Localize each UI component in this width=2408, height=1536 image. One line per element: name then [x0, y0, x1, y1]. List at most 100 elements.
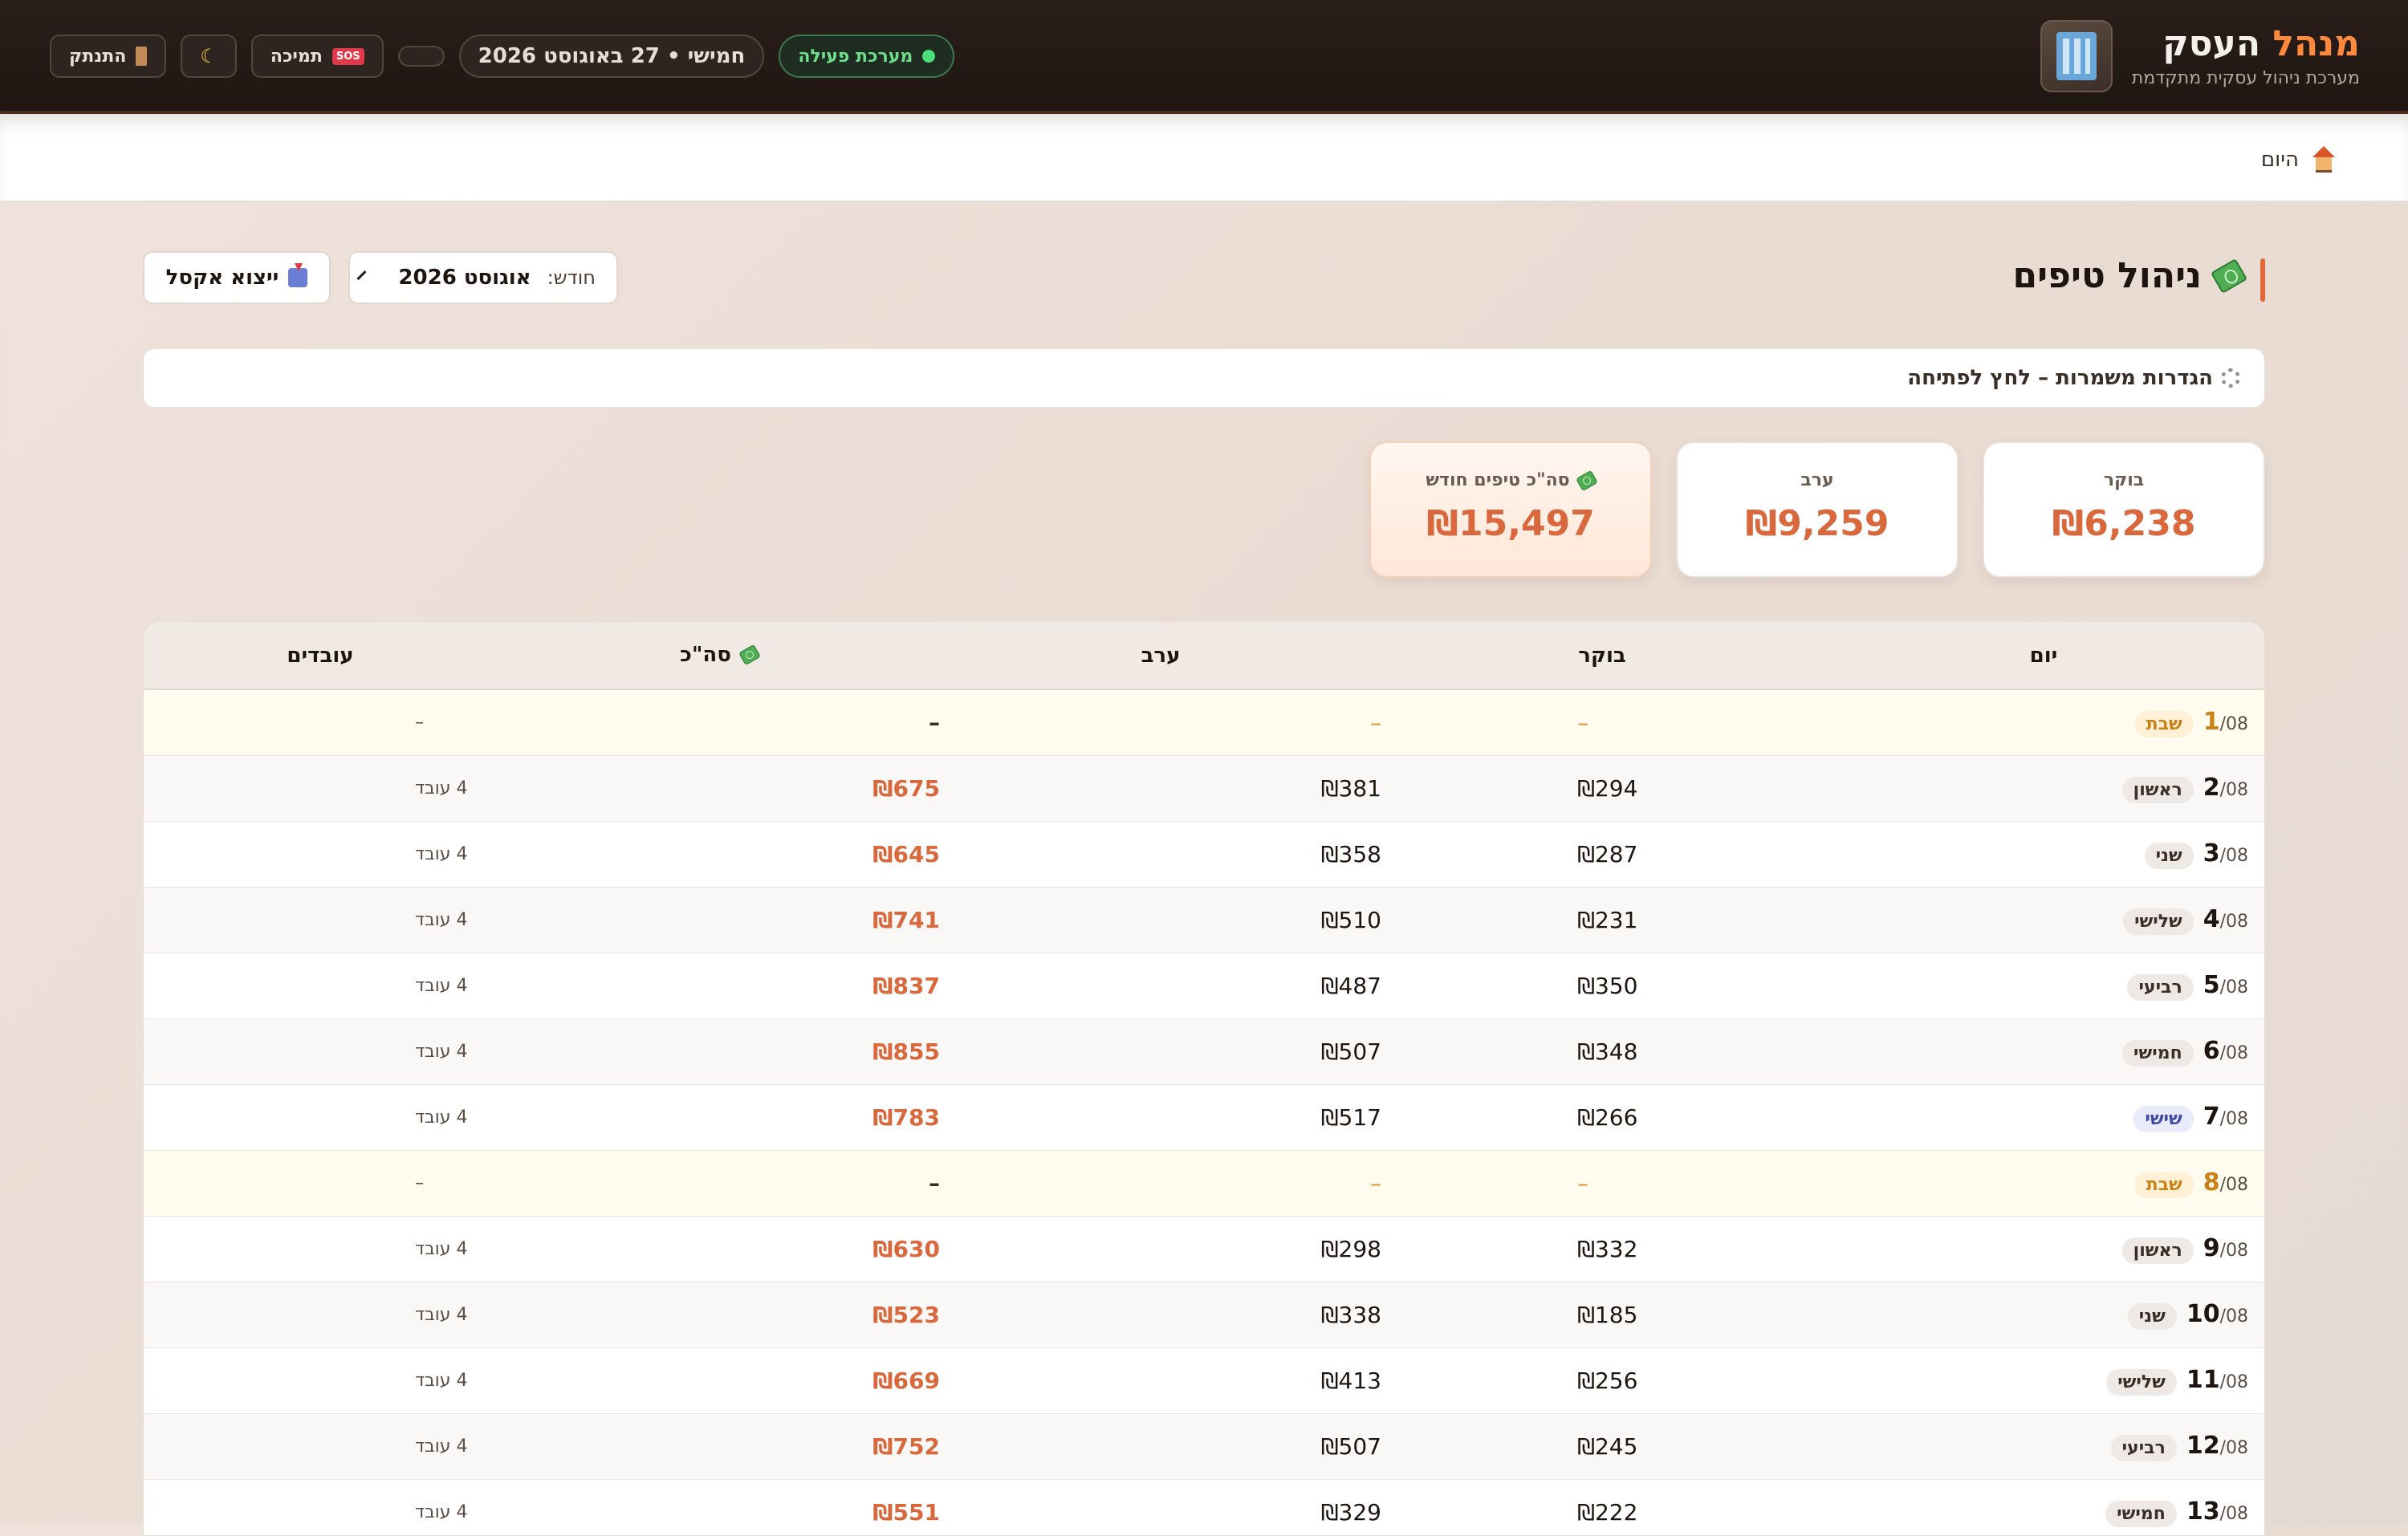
day-month: /08: [2219, 1371, 2248, 1392]
logout-button[interactable]: התנתק: [50, 35, 167, 78]
table-body: 1/08שבת – – – –2/08ראשון ₪294 ₪381 ₪675 4 עובד 3/…: [144, 689, 2264, 1535]
day-number: 5: [2203, 970, 2220, 999]
cell-morning: ₪256: [1577, 1367, 1638, 1394]
cell-morning: ₪231: [1577, 906, 1638, 933]
breadcrumb[interactable]: היום: [2261, 146, 2337, 173]
day-name-badge: ראשון: [2121, 1237, 2194, 1264]
cell-workers: 4 עובד: [415, 1238, 468, 1259]
door-icon: [136, 47, 148, 66]
table-row[interactable]: 8/08 שבת – – – –: [144, 1150, 2264, 1216]
brand: מנהל העסק מערכת ניהול עסקית מתקדמת: [2040, 19, 2360, 93]
cell-workers: 4 עובד: [415, 1041, 468, 1062]
day-number: 11: [2186, 1365, 2220, 1394]
month-select-label: חודש:: [547, 266, 596, 289]
cell-morning: ₪222: [1577, 1498, 1638, 1526]
table-row[interactable]: 11/08 שלישי ₪256 ₪413 ₪669 4 עובד: [144, 1347, 2264, 1413]
cell-morning: ₪294: [1577, 774, 1638, 802]
cell-workers: 4 עובד: [415, 909, 468, 930]
cell-total: ₪855: [872, 1038, 940, 1065]
page-title: ניהול טיפים: [2012, 255, 2248, 296]
cell-workers: 4 עובד: [415, 778, 468, 798]
day-month: /08: [2219, 713, 2248, 734]
table-row[interactable]: 1/08 שבת – – – –: [144, 689, 2264, 755]
cell-morning: ₪266: [1577, 1103, 1638, 1131]
date-label: חמישי • 27 באוגוסט 2026: [478, 44, 746, 68]
notification-toggle[interactable]: [397, 46, 445, 67]
brand-title-part-2: העסק: [2162, 23, 2261, 64]
system-status-badge: מערכת פעילה: [779, 35, 955, 78]
shift-settings-toggle[interactable]: הגדרות משמרות – לחץ לפתיחה: [143, 348, 2265, 408]
cell-morning: ₪287: [1577, 840, 1638, 868]
gear-icon: [2221, 368, 2240, 388]
current-date: חמישי • 27 באוגוסט 2026: [458, 35, 765, 78]
cell-evening: ₪298: [1320, 1235, 1381, 1262]
table-row[interactable]: 10/08 שני ₪185 ₪338 ₪523 4 עובד: [144, 1282, 2264, 1347]
cell-day: 7/08 שישי: [1823, 1084, 2264, 1150]
export-excel-button[interactable]: ייצוא אקסל: [143, 251, 331, 304]
chevron-down-icon: [356, 270, 367, 281]
day-month: /08: [2219, 1503, 2248, 1524]
moon-icon: ☾: [200, 45, 218, 67]
header-actions: מערכת פעילה חמישי • 27 באוגוסט 2026 SOS …: [50, 34, 955, 79]
table-row[interactable]: 3/08 שני ₪287 ₪358 ₪645 4 עובד: [144, 821, 2264, 887]
building-icon: [2040, 20, 2113, 92]
inbox-tray-icon: [288, 263, 308, 287]
cell-total: –: [929, 709, 940, 736]
day-number: 4: [2203, 904, 2220, 933]
table-row[interactable]: 12/08 רביעי ₪245 ₪507 ₪752 4 עובד: [144, 1413, 2264, 1479]
table-row[interactable]: 9/08 ראשון ₪332 ₪298 ₪630 4 עובד: [144, 1216, 2264, 1282]
cell-total: ₪523: [872, 1301, 940, 1328]
cell-evening: ₪510: [1320, 906, 1381, 933]
status-label: מערכת פעילה: [798, 46, 913, 67]
cell-workers: –: [415, 712, 424, 733]
cell-workers: 4 עובד: [415, 975, 468, 996]
cell-total: ₪752: [872, 1432, 940, 1460]
cell-day: 11/08 שלישי: [1823, 1347, 2264, 1413]
cell-workers: 4 עובד: [415, 1107, 468, 1128]
table-row[interactable]: 7/08 שישי ₪266 ₪517 ₪783 4 עובד: [144, 1084, 2264, 1150]
cell-evening: ₪507: [1320, 1432, 1381, 1460]
day-name-badge: ראשון: [2121, 776, 2194, 803]
table-row[interactable]: 5/08 רביעי ₪350 ₪487 ₪837 4 עובד: [144, 953, 2264, 1018]
cell-day: 12/08 רביעי: [1823, 1413, 2264, 1479]
col-header-total: סה"כ: [498, 622, 940, 690]
cell-morning: ₪332: [1577, 1235, 1638, 1262]
cell-morning: ₪350: [1577, 972, 1638, 999]
support-button[interactable]: SOS תמיכה: [250, 35, 384, 78]
monthly-total-value: ₪15,497: [1426, 503, 1595, 544]
export-label: ייצוא אקסל: [165, 266, 279, 290]
day-month: /08: [2219, 779, 2248, 800]
cell-workers: –: [415, 1172, 424, 1193]
theme-toggle-button[interactable]: ☾: [181, 35, 237, 78]
cell-evening: –: [1370, 709, 1381, 736]
page-title-text: ניהול טיפים: [2012, 255, 2202, 296]
morning-stat-label: בוקר: [2103, 470, 2145, 490]
cell-evening: ₪487: [1320, 972, 1381, 999]
cell-total: ₪669: [872, 1367, 940, 1394]
logout-label: התנתק: [69, 46, 127, 67]
day-number: 9: [2203, 1233, 2220, 1262]
day-name-badge: שני: [2127, 1302, 2177, 1330]
day-month: /08: [2219, 1240, 2248, 1261]
day-number: 2: [2203, 773, 2220, 802]
cell-day: 1/08 שבת: [1823, 689, 2264, 755]
morning-stat-value: ₪6,238: [2052, 503, 2196, 544]
monthly-total-label: סה"כ טיפים חודש: [1426, 470, 1570, 490]
day-month: /08: [2219, 1306, 2248, 1327]
breadcrumb-bar: היום: [0, 114, 2408, 202]
table-row[interactable]: 13/08 חמישי ₪222 ₪329 ₪551 4 עובד: [144, 1479, 2264, 1535]
brand-title-part-1: מנהל: [2272, 23, 2360, 64]
table-row[interactable]: 4/08 שלישי ₪231 ₪510 ₪741 4 עובד: [144, 887, 2264, 953]
month-select[interactable]: חודש: אוגוסט 2026: [348, 251, 618, 304]
month-select-value: אוגוסט 2026: [398, 266, 531, 290]
table-row[interactable]: 6/08 חמישי ₪348 ₪507 ₪855 4 עובד: [144, 1018, 2264, 1084]
day-number: 13: [2186, 1497, 2220, 1526]
day-month: /08: [2219, 1174, 2248, 1195]
day-name-badge: חמישי: [2122, 1039, 2194, 1067]
table-row[interactable]: 2/08 ראשון ₪294 ₪381 ₪675 4 עובד: [144, 755, 2264, 821]
cell-morning: ₪245: [1577, 1432, 1638, 1460]
cell-day: 8/08 שבת: [1823, 1150, 2264, 1216]
cell-total: ₪741: [872, 906, 940, 933]
title-accent-bar: [2260, 258, 2265, 302]
cell-total: ₪675: [872, 774, 940, 802]
